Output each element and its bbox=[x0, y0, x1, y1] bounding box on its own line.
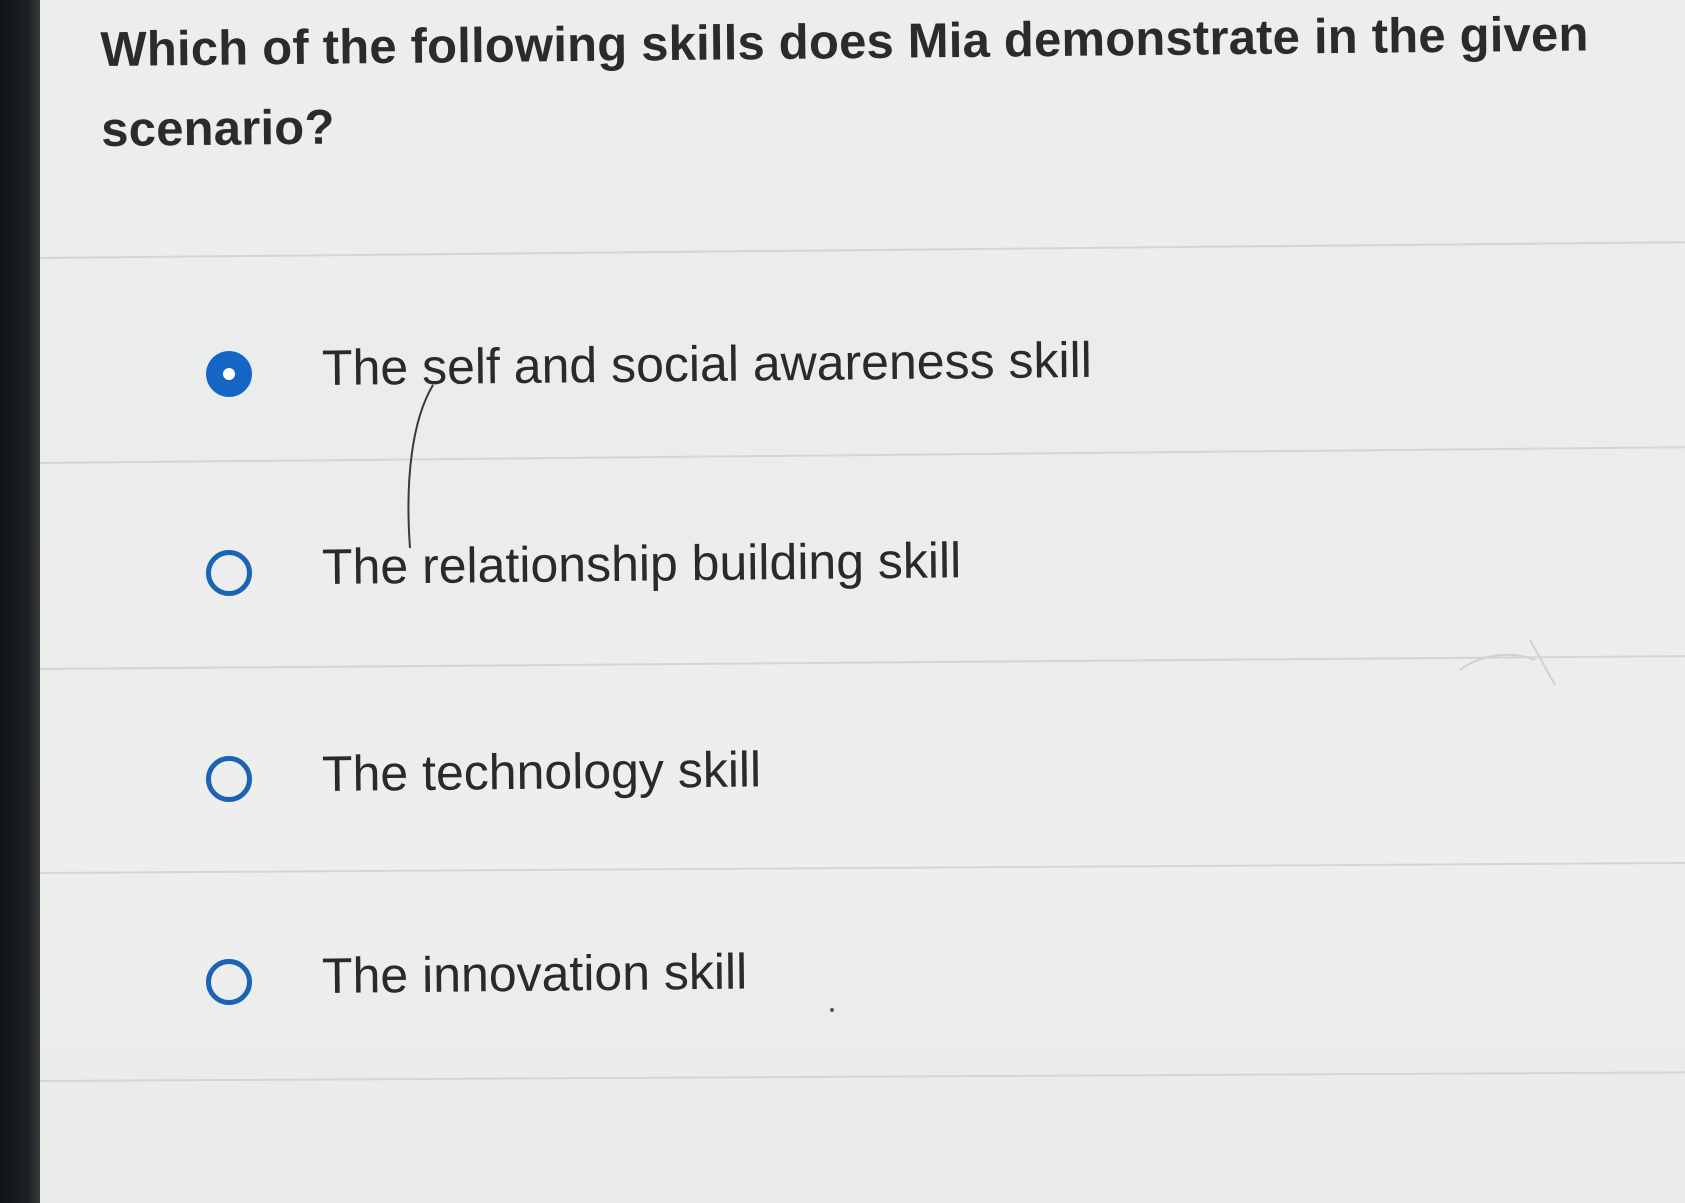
radio-unselected-icon[interactable] bbox=[206, 550, 252, 596]
option-self-social-awareness[interactable]: The self and social awareness skill bbox=[40, 280, 1685, 470]
quiz-screen: Which of the following skills does Mia d… bbox=[40, 0, 1685, 1203]
answer-options: The self and social awareness skill The … bbox=[40, 0, 1685, 1203]
option-technology[interactable]: The technology skill bbox=[40, 690, 1685, 880]
option-label: The relationship building skill bbox=[321, 532, 962, 595]
device-bezel bbox=[0, 0, 40, 1203]
option-label: The self and social awareness skill bbox=[321, 331, 1093, 396]
option-label: The technology skill bbox=[321, 741, 762, 802]
option-relationship-building[interactable]: The relationship building skill bbox=[40, 480, 1685, 670]
radio-unselected-icon[interactable] bbox=[206, 756, 252, 802]
option-innovation[interactable]: The innovation skill bbox=[40, 890, 1685, 1080]
radio-unselected-icon[interactable] bbox=[206, 959, 252, 1005]
radio-selected-icon[interactable] bbox=[206, 351, 252, 397]
option-label: The innovation skill bbox=[321, 943, 748, 1004]
